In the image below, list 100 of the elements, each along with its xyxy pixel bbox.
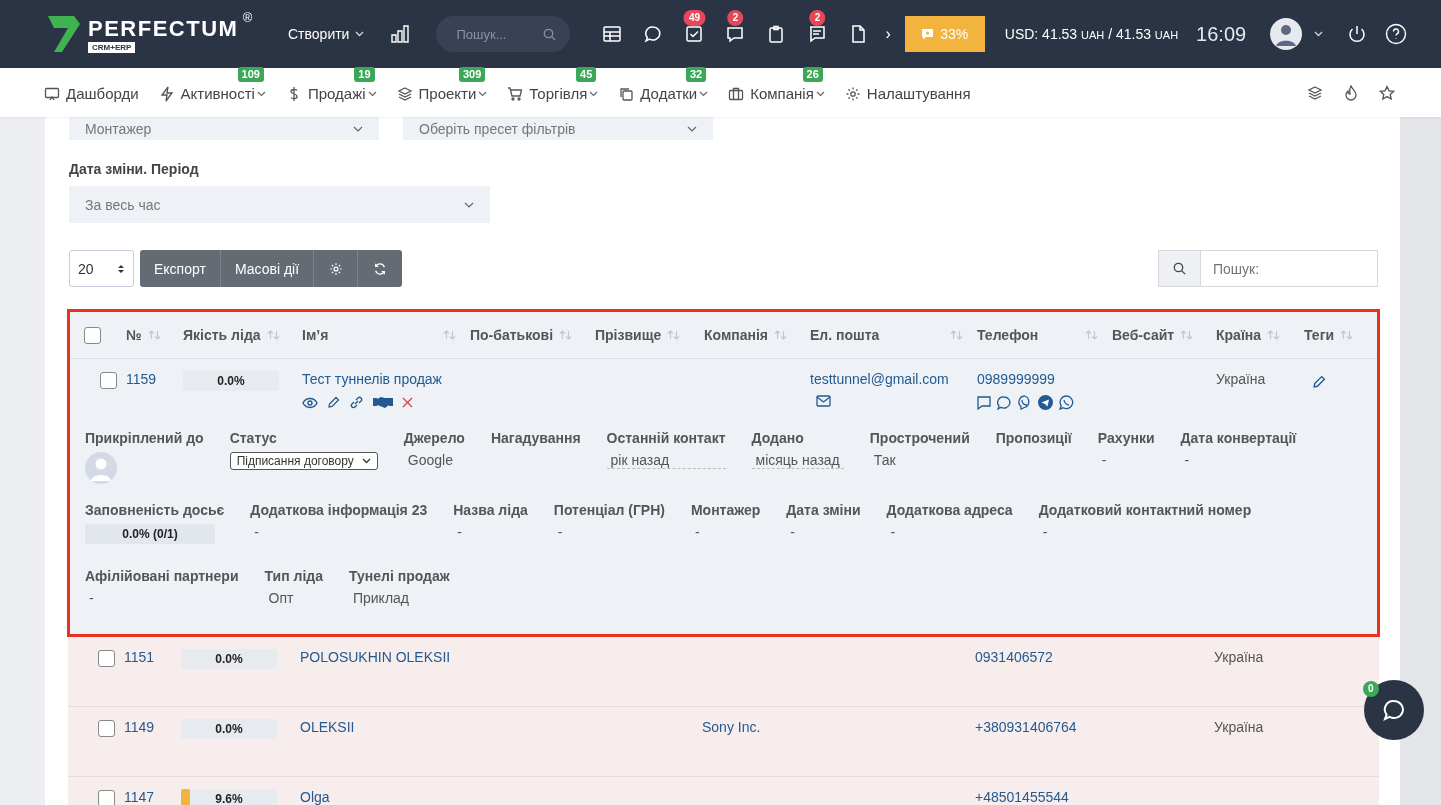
detail-label: Прострочений: [869, 430, 970, 446]
column-header[interactable]: По-батькові: [470, 327, 554, 343]
lead-name-link[interactable]: Olga: [300, 789, 468, 805]
settings-icon[interactable]: [844, 85, 861, 102]
page-size-select[interactable]: 20: [69, 250, 134, 287]
row-checkbox[interactable]: [98, 720, 115, 737]
caret-icon[interactable]: [815, 90, 825, 97]
column-header[interactable]: №: [126, 327, 142, 343]
record-id-link[interactable]: 1151: [124, 649, 181, 665]
nav-item[interactable]: Активності: [180, 85, 255, 102]
detail-label: Тип ліда: [264, 568, 323, 584]
edit-icon[interactable]: [1312, 375, 1326, 389]
mail-icon[interactable]: [816, 395, 831, 407]
nav-item[interactable]: Компанія: [750, 85, 814, 102]
filter-select[interactable]: Монтажер: [69, 117, 379, 140]
caret-icon[interactable]: [699, 90, 709, 97]
country-cell-text: Україна: [1214, 719, 1265, 735]
status-select[interactable]: Підписання договору: [229, 452, 378, 470]
briefcase-icon[interactable]: [728, 85, 745, 102]
create-menu[interactable]: Створити: [282, 25, 371, 43]
chat-icon: [1382, 698, 1406, 722]
link-icon[interactable]: [349, 395, 364, 410]
caret-icon: [464, 201, 474, 208]
caret-icon[interactable]: [256, 90, 266, 97]
messages-icon[interactable]: [725, 24, 746, 44]
phone-link[interactable]: +380931406764: [975, 719, 1110, 735]
detail-value: -: [1041, 524, 1049, 540]
column-header[interactable]: Веб-сайт: [1112, 327, 1175, 343]
filter-select[interactable]: Оберіть пресет фільтрів: [403, 117, 713, 140]
column-header[interactable]: Телефон: [977, 327, 1039, 343]
power-icon[interactable]: [1347, 24, 1368, 44]
column-header[interactable]: Прізвище: [595, 327, 662, 343]
close-icon[interactable]: [402, 397, 413, 408]
detail-label: Додаткова інформація 23: [250, 502, 428, 518]
copy-icon[interactable]: [618, 85, 635, 102]
scrollbar[interactable]: [1400, 117, 1441, 805]
column-header[interactable]: Ел. пошта: [810, 327, 880, 343]
table-row[interactable]: 1147 9.6% Olga +48501455544: [68, 777, 1379, 805]
star-icon[interactable]: [1379, 84, 1395, 101]
select-all-checkbox[interactable]: [84, 326, 101, 344]
search-field[interactable]: Пошук:: [1201, 250, 1378, 287]
nav-item[interactable]: Дашборди: [66, 85, 139, 102]
chart-icon[interactable]: [390, 25, 411, 43]
detail-label: Додаткова адреса: [886, 502, 1013, 518]
help-icon[interactable]: [1385, 23, 1408, 45]
lightning-icon[interactable]: [158, 85, 175, 102]
record-id-link[interactable]: 1159: [126, 371, 183, 387]
search-field[interactable]: Пошук...: [436, 16, 571, 52]
toolbar-button[interactable]: Експорт: [140, 250, 221, 287]
email-link[interactable]: testtunnel@gmail.com: [810, 371, 949, 387]
phone-chat-icon[interactable]: [1017, 395, 1032, 410]
avatar-icon[interactable]: [1270, 18, 1303, 50]
paper-plane-icon[interactable]: [1038, 395, 1053, 410]
lead-name-link[interactable]: POLOSUKHIN OLEKSII: [300, 649, 468, 665]
toolbar-button[interactable]: Масові дії: [220, 250, 315, 287]
edit-icon[interactable]: [327, 396, 340, 409]
phone-link[interactable]: 0931406572: [975, 649, 1110, 665]
more-arrow[interactable]: ›: [885, 25, 891, 43]
phone-link[interactable]: 0989999999: [977, 371, 1055, 387]
handshake-icon[interactable]: [373, 396, 393, 409]
nav-item[interactable]: Торгівля: [529, 85, 588, 102]
lead-name-link[interactable]: OLEKSII: [300, 719, 468, 735]
nav-item[interactable]: Продажі: [307, 85, 366, 102]
caret-icon[interactable]: [367, 90, 377, 97]
table-icon[interactable]: [602, 24, 623, 44]
column-header[interactable]: Якість ліда: [183, 327, 261, 343]
chat-icon[interactable]: [997, 395, 1011, 410]
nav-item[interactable]: Налаштування: [866, 85, 971, 102]
country-cell-text: Україна: [1216, 371, 1267, 387]
caret-icon[interactable]: [589, 90, 599, 97]
nav-item[interactable]: Проекти: [418, 85, 477, 102]
lead-name-link[interactable]: Тест туннелів продаж: [302, 371, 442, 387]
notes-icon[interactable]: [807, 24, 828, 44]
view-icon[interactable]: [302, 396, 318, 409]
column-header[interactable]: Компанія: [704, 327, 769, 343]
quality-bar: 0.0%: [181, 719, 277, 739]
layers-icon[interactable]: [1307, 84, 1323, 101]
record-id-link[interactable]: 1149: [124, 719, 181, 735]
phone-bubble-icon[interactable]: [1059, 395, 1074, 410]
period-select[interactable]: За весь час: [69, 186, 490, 223]
column-header[interactable]: Імʼя: [302, 327, 329, 343]
flame-icon[interactable]: [1343, 84, 1359, 101]
search-icon: [1173, 262, 1186, 275]
phone-link[interactable]: +48501455544: [975, 789, 1110, 805]
row-checkbox[interactable]: [100, 372, 117, 389]
layers-icon[interactable]: [396, 85, 413, 102]
row-checkbox[interactable]: [98, 790, 115, 805]
record-id-link[interactable]: 1147: [124, 789, 181, 805]
nav-item[interactable]: Додатки: [640, 85, 698, 102]
row-checkbox[interactable]: [98, 650, 115, 667]
monitor-icon[interactable]: [44, 85, 60, 102]
task-icon[interactable]: [684, 24, 705, 44]
sms-icon[interactable]: [977, 395, 991, 410]
column-header[interactable]: Теги: [1304, 327, 1335, 343]
table-row[interactable]: 1149 0.0% OLEKSII Sony Inc. +380931406764 Україна: [68, 707, 1379, 777]
caret-icon[interactable]: [478, 90, 488, 97]
detail-value: -: [1100, 452, 1108, 468]
cart-icon[interactable]: [507, 85, 524, 102]
column-header[interactable]: Країна: [1216, 327, 1262, 343]
refresh-button[interactable]: [358, 250, 403, 287]
